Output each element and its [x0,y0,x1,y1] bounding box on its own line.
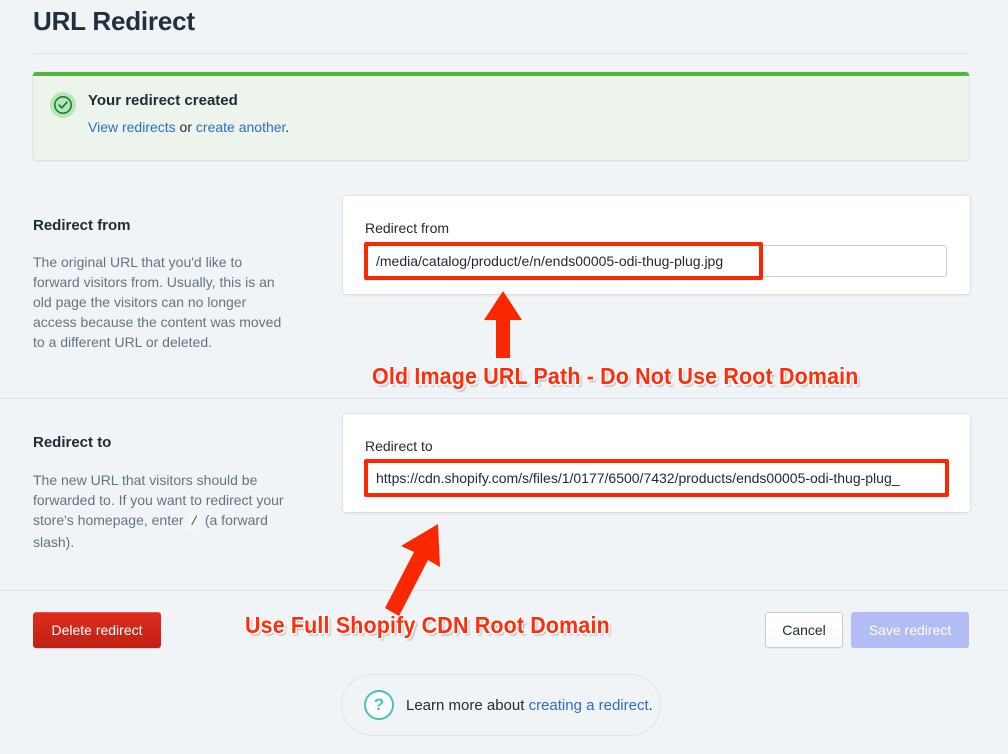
section-description-redirect-to: The new URL that visitors should be forw… [33,470,291,552]
banner-period: . [285,119,290,135]
section-description-redirect-from: The original URL that you'd like to forw… [33,254,282,350]
banner-conjunction: or [175,119,196,135]
delete-redirect-button[interactable]: Delete redirect [33,612,161,648]
create-another-link[interactable]: create another [196,119,286,135]
success-banner-text: Your redirect created View redirects or … [88,91,289,137]
learn-more-suffix: . [648,696,653,714]
section-heading-redirect-to: Redirect to [33,434,112,451]
save-redirect-button[interactable]: Save redirect [851,612,969,648]
learn-more-pill[interactable]: ? Learn more about creating a redirect. [341,674,661,736]
forward-slash-code: / [187,514,201,530]
success-banner-subtitle: View redirects or create another. [88,117,289,137]
redirect-from-field-label: Redirect from [365,220,450,236]
diagonal-up-arrow-icon [385,524,440,616]
learn-more-prefix: Learn more about [406,696,529,714]
question-mark-circle-icon: ? [364,690,394,720]
section-heading-redirect-from: Redirect from [33,217,131,234]
cancel-button[interactable]: Cancel [765,612,843,648]
title-divider [33,53,969,54]
url-redirect-page: URL Redirect Your redirect created View … [0,0,1008,754]
check-circle-icon [50,92,76,118]
success-banner: Your redirect created View redirects or … [33,72,969,160]
redirect-to-input[interactable] [365,462,947,494]
redirect-to-field-label: Redirect to [365,438,433,454]
success-banner-title: Your redirect created [88,92,238,109]
success-banner-content: Your redirect created View redirects or … [33,76,969,137]
page-title: URL Redirect [33,6,195,36]
annotation-redirect-from: Old Image URL Path - Do Not Use Root Dom… [372,363,859,389]
up-arrow-icon [484,291,522,358]
section-divider-2 [0,590,1008,591]
redirect-from-input[interactable] [365,245,947,277]
section-divider-1 [0,398,1008,399]
learn-more-text: Learn more about creating a redirect. [406,697,653,714]
creating-a-redirect-link[interactable]: creating a redirect [529,697,649,714]
view-redirects-link[interactable]: View redirects [88,119,176,135]
annotation-redirect-to: Use Full Shopify CDN Root Domain [245,612,610,638]
